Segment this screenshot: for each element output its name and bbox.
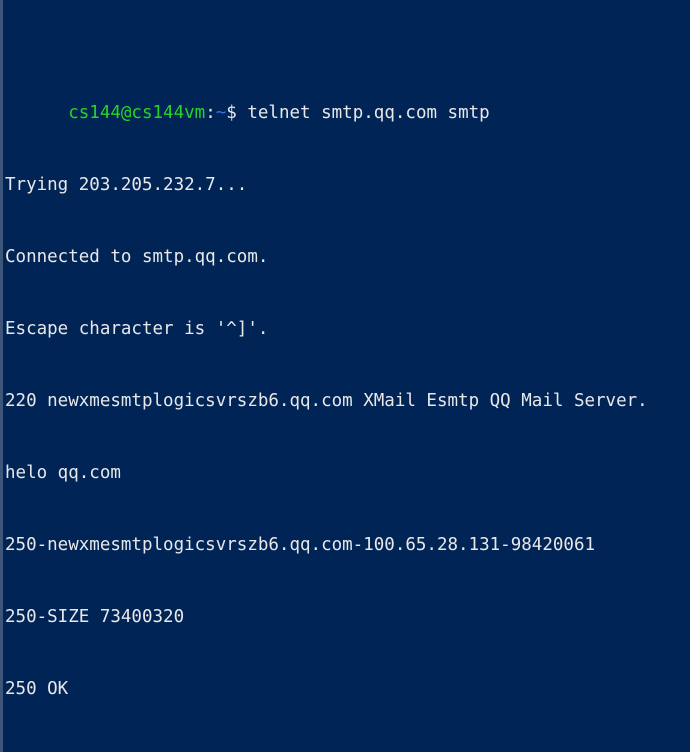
prompt-colon: : xyxy=(205,103,216,123)
window-left-border xyxy=(0,0,3,752)
prompt-user-host: cs144@cs144vm xyxy=(68,103,206,123)
output-line-connected: Connected to smtp.qq.com. xyxy=(5,247,269,267)
prompt-sigil: $ xyxy=(226,103,237,123)
output-line-220-greeting: 220 newxmesmtplogicsvrszb6.qq.com XMail … xyxy=(5,391,648,411)
output-line-250-size: 250-SIZE 73400320 xyxy=(5,607,185,627)
output-line-250-ehlo-host: 250-newxmesmtplogicsvrszb6.qq.com-100.65… xyxy=(5,535,596,555)
input-line-helo: helo qq.com xyxy=(5,463,121,483)
output-line-escape-character: Escape character is '^]'. xyxy=(5,319,269,339)
terminal-window[interactable]: cs144@cs144vm:~$ telnet smtp.qq.com smtp… xyxy=(0,0,690,752)
prompt-command: telnet smtp.qq.com smtp xyxy=(236,103,490,123)
prompt-path: ~ xyxy=(215,103,227,123)
output-line-250-ok: 250 OK xyxy=(5,679,69,699)
output-line-trying: Trying 203.205.232.7... xyxy=(5,175,248,195)
prompt-line: cs144@cs144vm:~$ telnet smtp.qq.com smtp xyxy=(5,77,690,123)
terminal-screen[interactable]: cs144@cs144vm:~$ telnet smtp.qq.com smtp… xyxy=(5,0,690,752)
